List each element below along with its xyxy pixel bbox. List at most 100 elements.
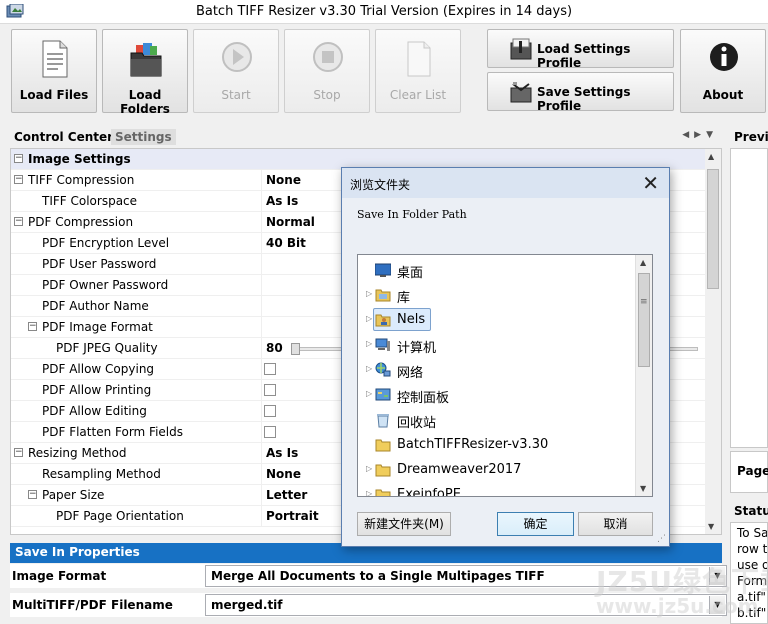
load-settings-profile-button[interactable]: Load Settings Profile <box>487 29 674 70</box>
expand-arrow-icon[interactable]: ▷ <box>366 364 372 373</box>
folder-icon <box>375 489 391 496</box>
load-files-button[interactable]: Load Files <box>11 29 97 113</box>
close-icon[interactable]: ✕ <box>642 171 659 195</box>
expand-arrow-icon[interactable]: ▷ <box>366 339 372 348</box>
control-center-header: Control Center Settings ◀▶▼ <box>8 128 722 146</box>
flatten-form-fields-checkbox[interactable] <box>264 426 276 438</box>
row-name: PDF Allow Copying <box>42 362 155 376</box>
expand-arrow-icon[interactable]: ▷ <box>366 489 372 496</box>
tree-item-computer[interactable]: ▷ 计算机 <box>358 332 638 357</box>
stop-icon <box>313 42 343 72</box>
tree-item-control-panel[interactable]: ▷ 控制面板 <box>358 382 638 407</box>
tree-item-label: BatchTIFFResizer-v3.30 <box>397 437 549 452</box>
row-name: PDF Allow Editing <box>42 404 147 418</box>
tree-scrollbar[interactable]: ▲ ≡ ▼ <box>635 255 652 496</box>
new-folder-button[interactable]: 新建文件夹(M) <box>357 512 451 536</box>
row-name: PDF Author Name <box>42 299 149 313</box>
collapse-icon[interactable]: − <box>14 175 23 184</box>
allow-copying-checkbox[interactable] <box>264 363 276 375</box>
start-button[interactable]: Start <box>193 29 279 113</box>
tree-item-label: Dreamweaver2017 <box>397 462 522 477</box>
folder-stack-icon <box>130 43 162 77</box>
row-value[interactable]: Normal <box>266 215 315 229</box>
row-value[interactable]: None <box>266 173 301 187</box>
save-settings-profile-button[interactable]: Save Settings Profile <box>487 72 674 113</box>
dropdown-arrow-icon[interactable]: ▼ <box>709 596 725 614</box>
page-label: Page <box>737 464 768 478</box>
row-name: PDF Encryption Level <box>42 236 170 250</box>
cancel-button[interactable]: 取消 <box>578 512 653 536</box>
filename-select[interactable]: merged.tif ▼ <box>205 594 727 616</box>
image-format-select[interactable]: Merge All Documents to a Single Multipag… <box>205 565 727 587</box>
slider-thumb[interactable] <box>291 343 300 355</box>
row-name: PDF User Password <box>42 257 157 271</box>
dropdown-arrow-icon[interactable]: ▼ <box>709 567 725 585</box>
tree-item-recycle-bin[interactable]: 回收站 <box>358 407 638 432</box>
allow-printing-checkbox[interactable] <box>264 384 276 396</box>
resize-grip-icon[interactable]: ⋰ <box>657 534 666 544</box>
dialog-title-bar[interactable]: 浏览文件夹 ✕ <box>342 168 669 198</box>
tree-item-nels[interactable]: ▷ Nels <box>358 307 638 332</box>
tree-item-network[interactable]: ▷ 网络 <box>358 357 638 382</box>
scroll-down-icon[interactable]: ▼ <box>640 484 646 493</box>
row-name: Resizing Method <box>28 446 127 460</box>
about-button[interactable]: About <box>680 29 766 113</box>
filename-value: merged.tif <box>211 598 283 612</box>
collapse-icon[interactable]: − <box>28 490 37 499</box>
scroll-grip-icon: ≡ <box>640 297 648 307</box>
user-folder-icon <box>375 314 391 327</box>
ok-button[interactable]: 确定 <box>497 512 574 536</box>
row-value[interactable]: As Is <box>266 194 298 208</box>
start-label: Start <box>221 88 251 102</box>
row-value[interactable]: 40 Bit <box>266 236 306 250</box>
computer-icon <box>375 338 390 351</box>
row-value[interactable]: Letter <box>266 488 307 502</box>
preview-title: Previ <box>734 130 768 144</box>
collapse-icon[interactable]: − <box>28 322 37 331</box>
row-value[interactable]: Portrait <box>266 509 319 523</box>
scroll-down-icon[interactable]: ▼ <box>708 522 714 531</box>
collapse-icon[interactable]: − <box>14 154 23 163</box>
row-value[interactable]: None <box>266 467 301 481</box>
collapse-icon[interactable]: − <box>14 217 23 226</box>
tree-item-label: Nels <box>397 312 426 327</box>
about-label: About <box>702 88 744 102</box>
grid-scrollbar[interactable]: ▲ ▼ <box>705 149 721 534</box>
image-format-row: Image Format Merge All Documents to a Si… <box>10 564 727 588</box>
tree-item-dreamweaver2017[interactable]: ▷ Dreamweaver2017 <box>358 457 638 482</box>
row-name: PDF Allow Printing <box>42 383 152 397</box>
image-format-label: Image Format <box>12 569 107 583</box>
tree-item-desktop[interactable]: 桌面 <box>358 257 638 282</box>
filename-row: MultiTIFF/PDF Filename merged.tif ▼ <box>10 593 727 617</box>
control-panel-icon <box>375 388 391 401</box>
expand-arrow-icon[interactable]: ▷ <box>366 464 372 473</box>
save-settings-profile-label: Save Settings Profile <box>537 85 631 113</box>
collapse-icon[interactable]: − <box>14 448 23 457</box>
row-value[interactable]: As Is <box>266 446 298 460</box>
tree-item-exeinfope[interactable]: ▷ ExeinfoPE <box>358 482 638 497</box>
tree-item-library[interactable]: ▷ 库 <box>358 282 638 307</box>
tab-settings[interactable]: Settings <box>111 129 176 145</box>
expand-arrow-icon[interactable]: ▷ <box>366 314 372 323</box>
expand-arrow-icon[interactable]: ▷ <box>366 389 372 398</box>
scroll-thumb[interactable] <box>638 273 650 367</box>
panel-nav-arrows[interactable]: ◀▶▼ <box>682 130 718 140</box>
expand-arrow-icon[interactable]: ▷ <box>366 289 372 298</box>
scroll-up-icon[interactable]: ▲ <box>708 152 714 161</box>
status-log: To Sa row to use o Forma a.tif" b.tif" <box>730 522 768 624</box>
scroll-thumb[interactable] <box>707 169 719 289</box>
scroll-up-icon[interactable]: ▲ <box>640 258 646 267</box>
load-profile-icon <box>510 38 532 60</box>
clear-list-button[interactable]: Clear List <box>375 29 461 113</box>
allow-editing-checkbox[interactable] <box>264 405 276 417</box>
tree-item-label: 回收站 <box>397 416 437 431</box>
dialog-message: Save In Folder Path <box>357 208 467 221</box>
browse-folder-dialog[interactable]: 浏览文件夹 ✕ Save In Folder Path 桌面 ▷ 库 ▷ Nel… <box>341 167 670 547</box>
load-folders-button[interactable]: Load Folders <box>102 29 188 116</box>
page-indicator: Page <box>730 451 768 493</box>
stop-button[interactable]: Stop <box>284 29 370 113</box>
status-line: b.tif" <box>737 606 767 620</box>
folder-tree[interactable]: 桌面 ▷ 库 ▷ Nels ▷ 计算机 ▷ 网络 ▷ 控制面板 回收站 Batc… <box>357 254 653 497</box>
tree-item-label: ExeinfoPE <box>397 487 461 497</box>
tree-item-batchtiffresizer[interactable]: BatchTIFFResizer-v3.30 <box>358 432 638 457</box>
